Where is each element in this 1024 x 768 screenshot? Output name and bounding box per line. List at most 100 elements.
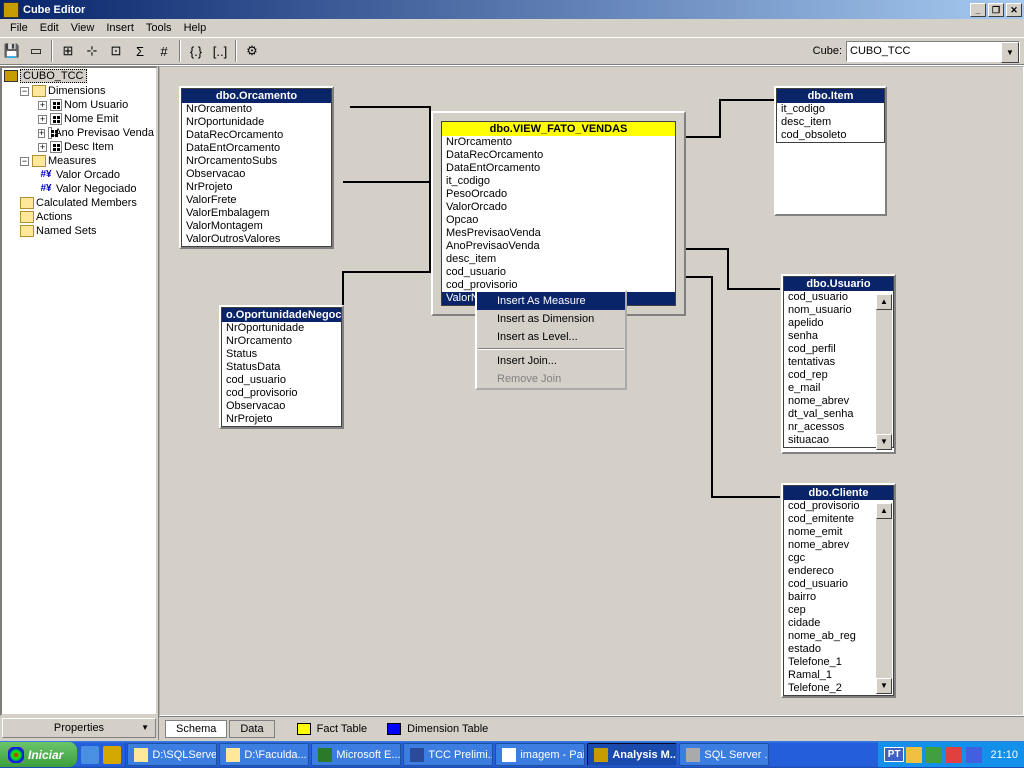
table-header[interactable]: dbo.Item xyxy=(777,89,884,103)
scroll-up-icon[interactable]: ▲ xyxy=(876,294,892,310)
column-item[interactable]: cgc xyxy=(784,552,877,565)
column-item[interactable]: cod_rep xyxy=(784,369,877,382)
column-item[interactable]: ValorEmbalagem xyxy=(182,207,331,220)
column-item[interactable]: cod_provisorio xyxy=(784,500,877,513)
column-item[interactable]: endereco xyxy=(784,565,877,578)
table-cliente[interactable]: dbo.Cliente cod_provisoriocod_emitenteno… xyxy=(781,483,896,698)
column-item[interactable]: NrProjeto xyxy=(182,181,331,194)
ie-icon[interactable] xyxy=(81,746,99,764)
table-fato-vendas[interactable]: dbo.VIEW_FATO_VENDAS NrOrcamentoDataRecO… xyxy=(431,111,686,316)
column-item[interactable]: AnoPrevisaoVenda xyxy=(442,240,675,253)
start-button[interactable]: Iniciar xyxy=(0,742,77,767)
column-item[interactable]: nome_ab_reg xyxy=(784,630,877,643)
tree-actions[interactable]: Actions xyxy=(36,211,72,223)
ellipsis-icon[interactable]: [..] xyxy=(209,40,231,62)
column-item[interactable]: estado xyxy=(784,643,877,656)
minimize-button[interactable]: _ xyxy=(970,3,986,17)
column-item[interactable]: cod_usuario xyxy=(442,266,675,279)
table-usuario[interactable]: dbo.Usuario cod_usuarionom_usuarioapelid… xyxy=(781,274,896,454)
table-header[interactable]: dbo.Orcamento xyxy=(182,89,331,103)
scroll-down-icon[interactable]: ▼ xyxy=(876,434,892,450)
scrollbar[interactable]: ▲ ▼ xyxy=(876,294,892,450)
column-item[interactable]: DataEntOrcamento xyxy=(182,142,331,155)
brackets-icon[interactable]: {.} xyxy=(185,40,207,62)
sigma-icon[interactable]: Σ xyxy=(129,40,151,62)
column-item[interactable]: ValorMontagem xyxy=(182,220,331,233)
column-item[interactable]: dt_val_senha xyxy=(784,408,877,421)
properties-button[interactable]: Properties xyxy=(2,718,156,738)
cube-tree[interactable]: CUBO_TCC −Dimensions +Nom Usuario +Nome … xyxy=(0,66,158,716)
column-item[interactable]: Telefone_1 xyxy=(784,656,877,669)
column-item[interactable]: NrOportunidade xyxy=(182,116,331,129)
column-item[interactable]: NrProjeto xyxy=(222,413,341,426)
column-item[interactable]: ValorOutrosValores xyxy=(182,233,331,246)
ctx-insert-measure[interactable]: Insert As Measure xyxy=(477,292,625,310)
hash-icon[interactable]: # xyxy=(153,40,175,62)
ctx-insert-level[interactable]: Insert as Level... xyxy=(477,328,625,346)
task-button[interactable]: TCC Prelimi... xyxy=(403,743,493,766)
zoom-icon[interactable]: ⊹ xyxy=(81,40,103,62)
column-item[interactable]: bairro xyxy=(784,591,877,604)
tree-measure-item[interactable]: Valor Negociado xyxy=(56,183,137,195)
table-header[interactable]: o.OportunidadeNegoc xyxy=(222,308,341,322)
column-item[interactable]: desc_item xyxy=(442,253,675,266)
scroll-up-icon[interactable]: ▲ xyxy=(876,503,892,519)
save-icon[interactable]: 💾 xyxy=(1,40,23,62)
tray-icon[interactable] xyxy=(946,747,962,763)
task-button[interactable]: imagem - Paint xyxy=(495,743,585,766)
task-button[interactable]: D:\Faculda... xyxy=(219,743,309,766)
column-item[interactable]: DataEntOrcamento xyxy=(442,162,675,175)
column-item[interactable]: DataRecOrcamento xyxy=(182,129,331,142)
table-header[interactable]: dbo.Usuario xyxy=(784,277,893,291)
cube-selector[interactable]: CUBO_TCC xyxy=(846,41,1020,62)
column-item[interactable]: cod_provisorio xyxy=(222,387,341,400)
column-item[interactable]: Status xyxy=(222,348,341,361)
column-item[interactable]: ValorFrete xyxy=(182,194,331,207)
column-item[interactable]: e_mail xyxy=(784,382,877,395)
column-item[interactable]: apelido xyxy=(784,317,877,330)
column-item[interactable]: cod_usuario xyxy=(222,374,341,387)
column-item[interactable]: Observacao xyxy=(182,168,331,181)
expand-icon[interactable]: + xyxy=(38,101,47,110)
column-item[interactable]: cep xyxy=(784,604,877,617)
column-item[interactable]: it_codigo xyxy=(777,103,884,116)
column-item[interactable]: cod_obsoleto xyxy=(777,129,884,142)
column-item[interactable]: nome_abrev xyxy=(784,395,877,408)
clock[interactable]: 21:10 xyxy=(990,749,1018,761)
expand-icon[interactable]: + xyxy=(38,129,45,138)
column-item[interactable]: nr_acessos xyxy=(784,421,877,434)
tree-root[interactable]: CUBO_TCC xyxy=(20,69,87,83)
restore-button[interactable]: ❐ xyxy=(988,3,1004,17)
tray-icon[interactable] xyxy=(906,747,922,763)
column-item[interactable]: cod_perfil xyxy=(784,343,877,356)
schema-diagram[interactable]: dbo.Orcamento NrOrcamentoNrOportunidadeD… xyxy=(159,66,1024,716)
tree-dim-item[interactable]: Nom Usuario xyxy=(64,99,128,111)
column-item[interactable]: cod_usuario xyxy=(784,291,877,304)
column-item[interactable]: cod_usuario xyxy=(784,578,877,591)
tab-data[interactable]: Data xyxy=(229,720,274,738)
column-item[interactable]: desc_item xyxy=(777,116,884,129)
tray-icon[interactable] xyxy=(966,747,982,763)
menu-insert[interactable]: Insert xyxy=(100,20,140,36)
task-button[interactable]: D:\SQLServer xyxy=(127,743,217,766)
menu-help[interactable]: Help xyxy=(178,20,213,36)
column-item[interactable]: Telefone_2 xyxy=(784,682,877,695)
tree-named[interactable]: Named Sets xyxy=(36,225,97,237)
table-item[interactable]: dbo.Item it_codigodesc_itemcod_obsoleto xyxy=(774,86,887,216)
column-item[interactable]: it_codigo xyxy=(442,175,675,188)
tree-dim-item[interactable]: Ano Previsao Venda xyxy=(54,127,154,139)
menu-tools[interactable]: Tools xyxy=(140,20,178,36)
column-item[interactable]: StatusData xyxy=(222,361,341,374)
expand-icon[interactable]: + xyxy=(38,143,47,152)
tree-measures[interactable]: Measures xyxy=(48,155,96,167)
grid-icon[interactable]: ⊡ xyxy=(105,40,127,62)
language-indicator[interactable]: PT xyxy=(884,747,905,762)
table-header-fact[interactable]: dbo.VIEW_FATO_VENDAS xyxy=(442,122,675,136)
column-item[interactable]: ValorOrcado xyxy=(442,201,675,214)
tree-dimensions[interactable]: Dimensions xyxy=(48,85,105,97)
task-button[interactable]: Microsoft E... xyxy=(311,743,401,766)
table-orcamento[interactable]: dbo.Orcamento NrOrcamentoNrOportunidadeD… xyxy=(179,86,334,249)
column-item[interactable]: NrOportunidade xyxy=(222,322,341,335)
explorer-icon[interactable] xyxy=(103,746,121,764)
column-item[interactable]: Opcao xyxy=(442,214,675,227)
